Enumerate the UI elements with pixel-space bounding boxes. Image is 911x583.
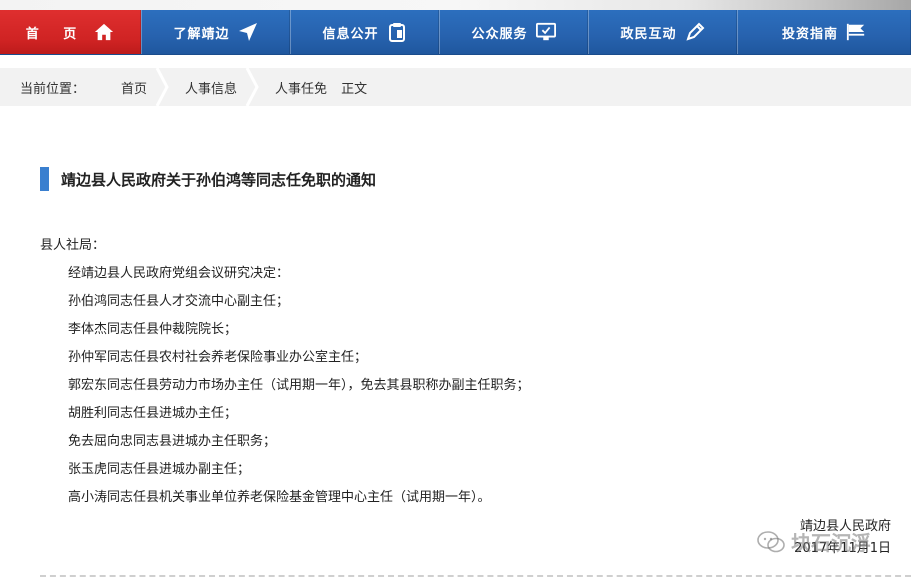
- article-line: 经靖边县人民政府党组会议研究决定：: [68, 266, 290, 281]
- monitor-check-icon: [535, 22, 556, 42]
- article-line: 张玉虎同志任县进城办副主任；: [68, 462, 251, 477]
- flag-icon: [846, 22, 866, 42]
- nav-label: 了解靖边: [173, 26, 230, 42]
- nav-label: 公众服务: [471, 26, 528, 42]
- chevron-right-icon: [245, 68, 259, 106]
- nav-label: 政民互动: [620, 26, 677, 42]
- header-scenery: [0, 0, 911, 10]
- breadcrumb-current: 正文: [341, 81, 368, 97]
- article-line: 郭宏东同志任县劳动力市场办主任（试用期一年），免去其县职称办副主任职务；: [68, 378, 530, 393]
- send-arrow-icon: [238, 22, 258, 42]
- page-title: 靖边县人民政府关于孙伯鸿等同志任免职的通知: [61, 170, 377, 189]
- article-line: 高小涛同志任县机关事业单位养老保险基金管理中心主任（试用期一年）。: [68, 490, 491, 505]
- nav-label: 首 页: [25, 26, 87, 42]
- breadcrumb-lead: 当前位置：: [20, 81, 86, 97]
- salutation: 县人社局：: [40, 238, 106, 253]
- nav-label: 投资指南: [781, 26, 838, 42]
- title-accent-bar: [40, 167, 49, 191]
- clipboard-icon: [387, 22, 407, 42]
- nav-item-about[interactable]: 了解靖边: [141, 10, 290, 54]
- article-title-wrap: 靖边县人民政府关于孙伯鸿等同志任免职的通知: [40, 167, 376, 191]
- article-line: 胡胜利同志任县进城办主任；: [68, 406, 238, 421]
- breadcrumb-label: 人事任免: [275, 81, 328, 97]
- article-line: 孙仲军同志任县农村社会养老保险事业办公室主任；: [68, 350, 368, 365]
- nav-item-service[interactable]: 公众服务: [439, 10, 588, 54]
- article-line: 免去屈向忠同志县进城办主任职务；: [68, 434, 277, 449]
- watermark-text: 块石沉浮: [791, 531, 871, 555]
- nav-item-info[interactable]: 信息公开: [290, 10, 439, 54]
- pen-icon: [685, 22, 705, 42]
- breadcrumb-item-home[interactable]: 首页: [105, 68, 169, 106]
- breadcrumb-item-personnel-info[interactable]: 人事信息: [169, 68, 259, 106]
- nav-item-home[interactable]: 首 页: [0, 10, 141, 54]
- home-icon: [94, 22, 114, 42]
- divider: [40, 575, 911, 577]
- chevron-right-icon: [155, 68, 169, 106]
- article-line: 孙伯鸿同志任县人才交流中心副主任；: [68, 294, 290, 309]
- article-line: 李体杰同志任县仲裁院院长；: [68, 322, 238, 337]
- nav-item-interact[interactable]: 政民互动: [588, 10, 737, 54]
- breadcrumb: 当前位置： 首页 人事信息 人事任免 正文: [0, 68, 911, 106]
- watermark: 块石沉浮: [757, 527, 871, 556]
- main-nav: 首 页 了解靖边 信息公开 公众服务 政民互动 投资指南: [0, 10, 911, 55]
- article-body: 县人社局： 经靖边县人民政府党组会议研究决定： 孙伯鸿同志任县人才交流中心副主任…: [40, 235, 530, 515]
- nav-label: 信息公开: [322, 26, 379, 42]
- breadcrumb-label: 首页: [121, 81, 148, 97]
- breadcrumb-label: 人事信息: [185, 81, 238, 97]
- breadcrumb-item-appointments[interactable]: 人事任免: [259, 68, 333, 106]
- wechat-icon: [757, 530, 785, 553]
- nav-item-invest[interactable]: 投资指南: [737, 10, 911, 54]
